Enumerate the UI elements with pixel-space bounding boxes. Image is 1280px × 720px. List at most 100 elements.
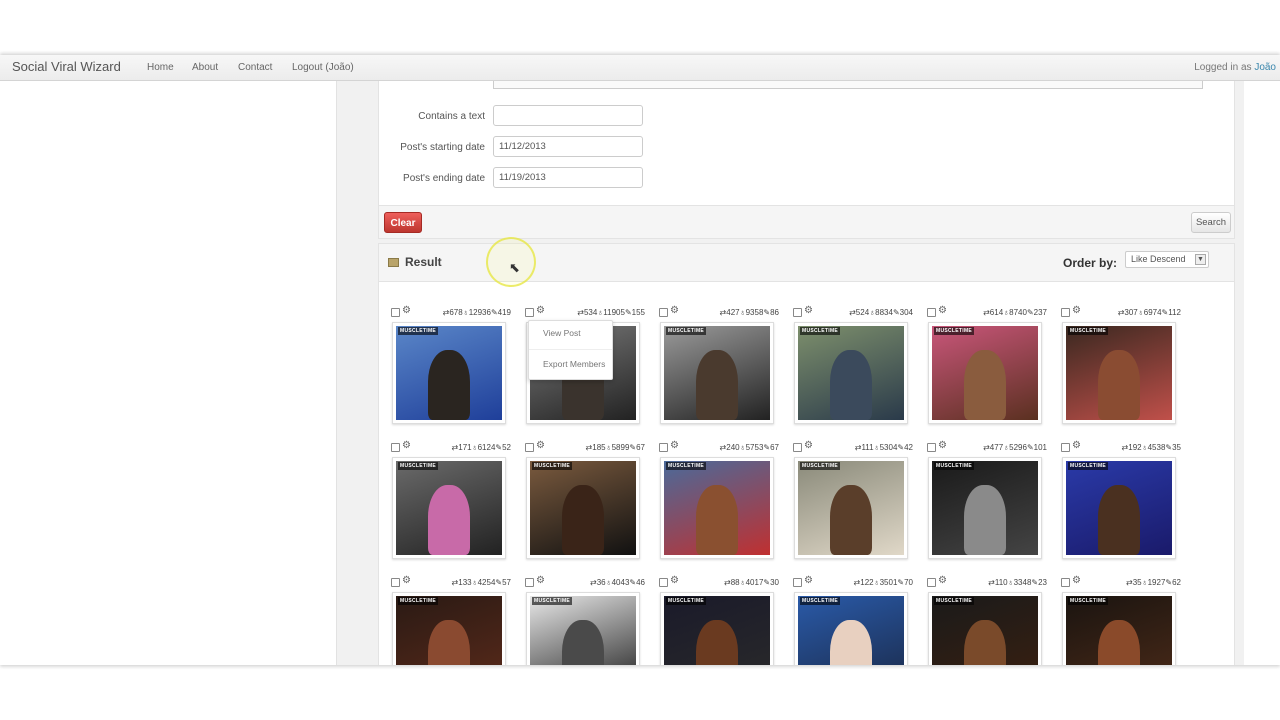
- athlete-figure: [1097, 619, 1141, 665]
- post-stats: ⇄614♁8740✎237: [983, 308, 1047, 317]
- post-card: ⚙ ⇄88♁4017✎30 MUSCLETIME: [659, 575, 783, 665]
- export-members-menu-item[interactable]: Export Members: [543, 359, 605, 369]
- search-button[interactable]: Search: [1191, 212, 1231, 233]
- partial-select-field[interactable]: [493, 81, 1203, 89]
- post-thumbnail[interactable]: MUSCLETIME: [526, 592, 640, 665]
- gear-icon[interactable]: ⚙: [804, 575, 813, 586]
- post-checkbox[interactable]: [793, 308, 802, 317]
- gear-icon[interactable]: ⚙: [1072, 440, 1081, 451]
- view-post-menu-item[interactable]: View Post: [543, 328, 581, 338]
- post-image: MUSCLETIME: [798, 596, 904, 665]
- gear-icon[interactable]: ⚙: [536, 440, 545, 451]
- logged-in-status: Logged in as João: [1194, 62, 1276, 73]
- post-card: ⚙ ⇄133♁4254✎57 MUSCLETIME: [391, 575, 515, 665]
- order-by-value: Like Descend: [1131, 254, 1186, 264]
- post-image: MUSCLETIME: [1066, 326, 1172, 420]
- nav-contact[interactable]: Contact: [238, 62, 272, 73]
- gear-icon[interactable]: ⚙: [938, 440, 947, 451]
- post-image: MUSCLETIME: [932, 326, 1038, 420]
- post-thumbnail[interactable]: MUSCLETIME: [928, 322, 1042, 424]
- athlete-figure: [963, 484, 1007, 555]
- post-checkbox[interactable]: [659, 308, 668, 317]
- post-thumbnail[interactable]: MUSCLETIME: [392, 592, 506, 665]
- post-checkbox[interactable]: [1061, 443, 1070, 452]
- post-thumbnail[interactable]: MUSCLETIME: [928, 457, 1042, 559]
- post-card: ⚙ ⇄524♁8834✎304 MUSCLETIME: [793, 305, 917, 438]
- post-checkbox[interactable]: [659, 578, 668, 587]
- post-checkbox[interactable]: [927, 578, 936, 587]
- post-stats: ⇄133♁4254✎57: [451, 578, 511, 587]
- watermark-logo: MUSCLETIME: [800, 462, 841, 470]
- post-checkbox[interactable]: [793, 578, 802, 587]
- post-checkbox[interactable]: [391, 578, 400, 587]
- post-checkbox[interactable]: [391, 308, 400, 317]
- athlete-figure: [829, 484, 873, 555]
- nav-home[interactable]: Home: [147, 62, 174, 73]
- gear-icon[interactable]: ⚙: [1072, 305, 1081, 316]
- post-thumbnail[interactable]: MUSCLETIME: [1062, 322, 1176, 424]
- post-image: MUSCLETIME: [530, 596, 636, 665]
- post-image: MUSCLETIME: [396, 596, 502, 665]
- gear-icon[interactable]: ⚙: [938, 575, 947, 586]
- post-checkbox[interactable]: [525, 308, 534, 317]
- post-image: MUSCLETIME: [664, 326, 770, 420]
- athlete-figure: [1097, 484, 1141, 555]
- gear-icon[interactable]: ⚙: [670, 440, 679, 451]
- post-stats: ⇄427♁9358✎86: [719, 308, 779, 317]
- gear-icon[interactable]: ⚙: [402, 575, 411, 586]
- gear-icon[interactable]: ⚙: [938, 305, 947, 316]
- post-thumbnail[interactable]: MUSCLETIME: [1062, 457, 1176, 559]
- post-thumbnail[interactable]: MUSCLETIME: [392, 322, 506, 424]
- gear-icon[interactable]: ⚙: [670, 575, 679, 586]
- post-stats: ⇄122♁3501✎70: [853, 578, 913, 587]
- post-checkbox[interactable]: [793, 443, 802, 452]
- gear-icon[interactable]: ⚙: [1072, 575, 1081, 586]
- post-image: MUSCLETIME: [798, 326, 904, 420]
- post-thumbnail[interactable]: MUSCLETIME: [660, 457, 774, 559]
- post-thumbnail[interactable]: MUSCLETIME: [928, 592, 1042, 665]
- gear-icon[interactable]: ⚙: [670, 305, 679, 316]
- post-stats: ⇄240♁5753✎67: [719, 443, 779, 452]
- post-card: ⚙ ⇄614♁8740✎237 MUSCLETIME: [927, 305, 1051, 438]
- post-thumbnail[interactable]: MUSCLETIME: [794, 457, 908, 559]
- end-date-label: Post's ending date: [403, 173, 485, 184]
- post-thumbnail[interactable]: MUSCLETIME: [660, 592, 774, 665]
- post-checkbox[interactable]: [659, 443, 668, 452]
- post-card: ⚙ ⇄122♁3501✎70 MUSCLETIME: [793, 575, 917, 665]
- post-checkbox[interactable]: [927, 443, 936, 452]
- nav-about[interactable]: About: [192, 62, 218, 73]
- gear-icon[interactable]: ⚙: [402, 305, 411, 316]
- post-thumbnail[interactable]: MUSCLETIME: [392, 457, 506, 559]
- post-thumbnail[interactable]: MUSCLETIME: [526, 457, 640, 559]
- form-actions: Clear Search: [378, 205, 1235, 239]
- clear-button[interactable]: Clear: [384, 212, 422, 233]
- start-date-label: Post's starting date: [400, 142, 485, 153]
- gear-icon[interactable]: ⚙: [804, 305, 813, 316]
- post-checkbox[interactable]: [1061, 308, 1070, 317]
- post-thumbnail[interactable]: MUSCLETIME: [794, 592, 908, 665]
- gear-icon[interactable]: ⚙: [536, 305, 545, 316]
- post-checkbox[interactable]: [525, 578, 534, 587]
- post-card: ⚙ ⇄35♁1927✎62 MUSCLETIME: [1061, 575, 1185, 665]
- post-thumbnail[interactable]: MUSCLETIME: [660, 322, 774, 424]
- athlete-figure: [561, 484, 605, 555]
- brand-logo[interactable]: Social Viral Wizard: [12, 59, 121, 74]
- nav-logout[interactable]: Logout (João): [292, 62, 354, 73]
- athlete-figure: [1097, 349, 1141, 420]
- start-date-input[interactable]: 11/12/2013: [493, 136, 643, 157]
- post-checkbox[interactable]: [391, 443, 400, 452]
- gear-icon[interactable]: ⚙: [536, 575, 545, 586]
- end-date-input[interactable]: 11/19/2013: [493, 167, 643, 188]
- post-checkbox[interactable]: [525, 443, 534, 452]
- gear-icon[interactable]: ⚙: [402, 440, 411, 451]
- post-thumbnail[interactable]: MUSCLETIME: [794, 322, 908, 424]
- watermark-logo: MUSCLETIME: [934, 462, 975, 470]
- post-checkbox[interactable]: [927, 308, 936, 317]
- post-thumbnail[interactable]: MUSCLETIME: [1062, 592, 1176, 665]
- logged-in-user-link[interactable]: João: [1254, 62, 1276, 73]
- order-by-select[interactable]: Like Descend ▼: [1125, 251, 1209, 268]
- post-card: ⚙ ⇄678♁12936✎419 MUSCLETIME: [391, 305, 515, 438]
- post-checkbox[interactable]: [1061, 578, 1070, 587]
- gear-icon[interactable]: ⚙: [804, 440, 813, 451]
- contains-text-input[interactable]: [493, 105, 643, 126]
